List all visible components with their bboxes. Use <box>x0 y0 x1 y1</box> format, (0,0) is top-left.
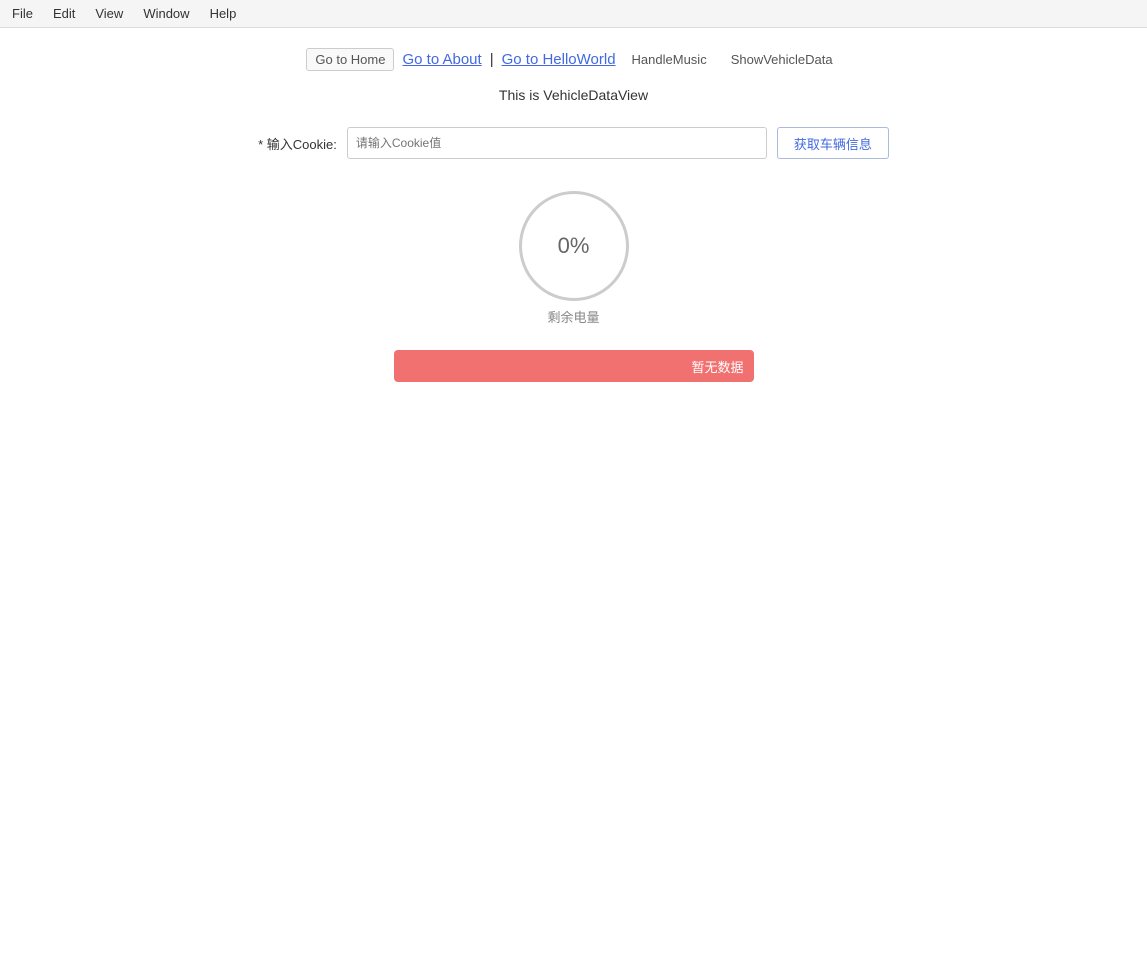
page-title: This is VehicleDataView <box>0 87 1147 103</box>
menu-edit[interactable]: Edit <box>49 4 79 23</box>
menu-file[interactable]: File <box>8 4 37 23</box>
nav-area: Go to Home Go to About | Go to HelloWorl… <box>0 48 1147 71</box>
battery-percent: 0% <box>558 233 590 259</box>
menu-bar: File Edit View Window Help <box>0 0 1147 28</box>
nav-separator: | <box>490 51 494 68</box>
cookie-input[interactable] <box>347 127 767 159</box>
no-data-bar: 暂无数据 <box>394 350 754 382</box>
battery-container: 0% 剩余电量 暂无数据 <box>0 191 1147 382</box>
cookie-label: * 输入Cookie: <box>258 134 337 153</box>
menu-window[interactable]: Window <box>139 4 193 23</box>
fetch-vehicle-button[interactable]: 获取车辆信息 <box>777 127 889 159</box>
goto-hello-link[interactable]: Go to HelloWorld <box>502 51 616 68</box>
cookie-area: * 输入Cookie: 获取车辆信息 <box>0 127 1147 159</box>
goto-home-link[interactable]: Go to Home <box>306 48 394 71</box>
battery-label: 剩余电量 <box>547 307 599 326</box>
show-vehicle-link[interactable]: ShowVehicleData <box>723 49 841 70</box>
menu-view[interactable]: View <box>91 4 127 23</box>
battery-circle: 0% <box>519 191 629 301</box>
menu-help[interactable]: Help <box>206 4 241 23</box>
goto-about-link[interactable]: Go to About <box>402 51 481 68</box>
handle-music-link[interactable]: HandleMusic <box>624 49 715 70</box>
no-data-text: 暂无数据 <box>691 357 743 376</box>
